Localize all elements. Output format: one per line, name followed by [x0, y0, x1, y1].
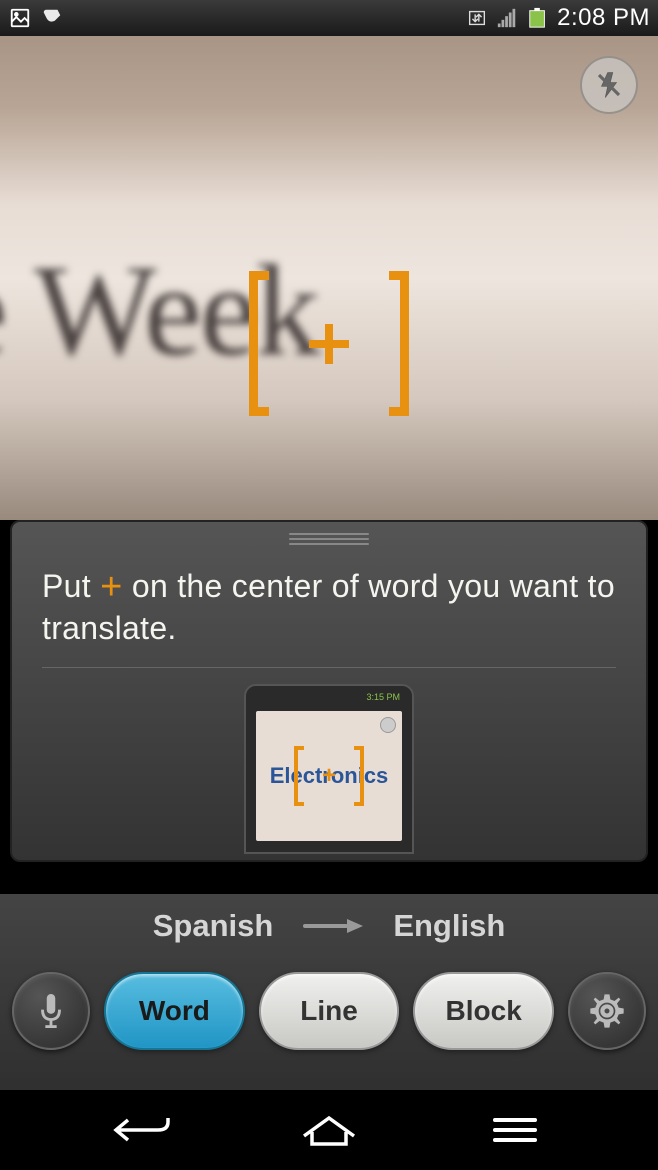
sync-icon — [465, 7, 489, 29]
mode-word-button[interactable]: Word — [104, 972, 245, 1050]
illustration-bracket-icon: + — [294, 746, 364, 806]
mode-line-button[interactable]: Line — [259, 972, 400, 1050]
flash-toggle-button[interactable] — [580, 56, 638, 114]
camera-viewfinder[interactable]: e Week — [0, 36, 658, 520]
controls-panel: Spanish English Word Line Block — [0, 894, 658, 1090]
voice-input-button[interactable] — [12, 972, 90, 1050]
divider — [42, 667, 616, 668]
menu-button[interactable] — [480, 1110, 550, 1150]
settings-button[interactable] — [568, 972, 646, 1050]
instruction-prefix: Put — [42, 568, 91, 604]
phone-illustration: 3:15 PM Electronics + — [229, 684, 429, 862]
instruction-suffix: on the center of word you want to transl… — [42, 568, 615, 646]
instruction-text: Put + on the center of word you want to … — [42, 566, 616, 649]
instruction-panel: Put + on the center of word you want to … — [10, 520, 648, 862]
status-bar: 2:08 PM — [0, 0, 658, 36]
source-language[interactable]: Spanish — [153, 908, 274, 944]
gallery-icon — [8, 7, 32, 29]
drag-handle-icon[interactable] — [289, 532, 369, 546]
clock-time: 2:08 PM — [557, 4, 650, 32]
gear-icon — [587, 991, 627, 1031]
flash-off-icon — [594, 70, 624, 100]
back-button[interactable] — [108, 1110, 178, 1150]
mode-block-button[interactable]: Block — [413, 972, 554, 1050]
target-language[interactable]: English — [393, 908, 505, 944]
signal-icon — [495, 7, 519, 29]
illustration-status: 3:15 PM — [366, 692, 400, 702]
crosshair-icon — [309, 324, 349, 364]
battery-icon — [525, 7, 551, 29]
targeting-bracket — [249, 271, 409, 416]
notification-icon — [40, 7, 64, 29]
microphone-icon — [34, 991, 68, 1031]
home-button[interactable] — [294, 1110, 364, 1150]
illustration-flash-icon — [380, 717, 396, 733]
language-selector-row: Spanish English — [12, 908, 646, 944]
navigation-bar — [0, 1090, 658, 1170]
arrow-right-icon[interactable] — [303, 919, 363, 933]
